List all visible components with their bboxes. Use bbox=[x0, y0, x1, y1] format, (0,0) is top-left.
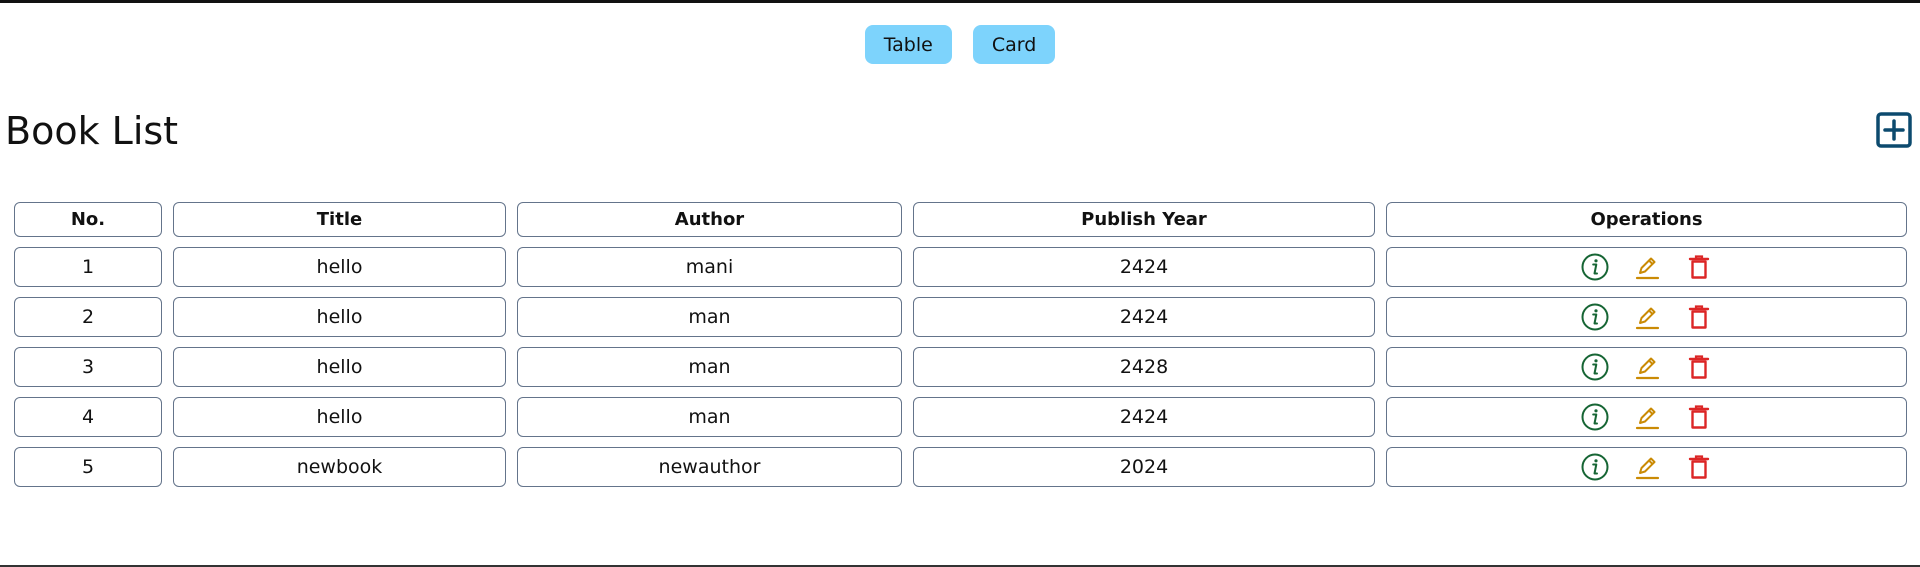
table-header-row: No. Title Author Publish Year Operations bbox=[14, 202, 1907, 237]
table-row: 5 newbook newauthor 2024 bbox=[14, 447, 1907, 487]
cell-operations bbox=[1386, 247, 1907, 287]
header-author: Author bbox=[517, 202, 902, 237]
header-title: Title bbox=[173, 202, 506, 237]
row-operations bbox=[1387, 252, 1906, 282]
delete-icon[interactable] bbox=[1684, 402, 1714, 432]
cell-publish-year: 2424 bbox=[913, 397, 1375, 437]
cell-no: 5 bbox=[14, 447, 162, 487]
info-icon[interactable] bbox=[1580, 252, 1610, 282]
delete-icon[interactable] bbox=[1684, 302, 1714, 332]
header-no: No. bbox=[14, 202, 162, 237]
table-row: 1 hello mani 2424 bbox=[14, 247, 1907, 287]
edit-icon[interactable] bbox=[1632, 402, 1662, 432]
cell-title: hello bbox=[173, 347, 506, 387]
header-operations: Operations bbox=[1386, 202, 1907, 237]
info-icon[interactable] bbox=[1580, 402, 1610, 432]
table-row: 3 hello man 2428 bbox=[14, 347, 1907, 387]
table-view-button[interactable]: Table bbox=[864, 25, 952, 64]
book-table: No. Title Author Publish Year Operations… bbox=[14, 202, 1907, 497]
header-publish-year: Publish Year bbox=[913, 202, 1375, 237]
row-operations bbox=[1387, 402, 1906, 432]
edit-icon[interactable] bbox=[1632, 452, 1662, 482]
cell-author: man bbox=[517, 297, 902, 337]
cell-operations bbox=[1386, 347, 1907, 387]
cell-title: newbook bbox=[173, 447, 506, 487]
cell-author: man bbox=[517, 347, 902, 387]
table-row: 4 hello man 2424 bbox=[14, 397, 1907, 437]
cell-publish-year: 2424 bbox=[913, 297, 1375, 337]
cell-title: hello bbox=[173, 247, 506, 287]
view-toggle: Table Card bbox=[0, 25, 1920, 64]
page-title: Book List bbox=[5, 109, 179, 153]
info-icon[interactable] bbox=[1580, 452, 1610, 482]
cell-title: hello bbox=[173, 297, 506, 337]
delete-icon[interactable] bbox=[1684, 452, 1714, 482]
cell-publish-year: 2428 bbox=[913, 347, 1375, 387]
row-operations bbox=[1387, 352, 1906, 382]
cell-operations bbox=[1386, 297, 1907, 337]
cell-title: hello bbox=[173, 397, 506, 437]
cell-author: man bbox=[517, 397, 902, 437]
info-icon[interactable] bbox=[1580, 352, 1610, 382]
cell-author: mani bbox=[517, 247, 902, 287]
info-icon[interactable] bbox=[1580, 302, 1610, 332]
row-operations bbox=[1387, 452, 1906, 482]
edit-icon[interactable] bbox=[1632, 302, 1662, 332]
cell-author: newauthor bbox=[517, 447, 902, 487]
cell-publish-year: 2424 bbox=[913, 247, 1375, 287]
cell-no: 1 bbox=[14, 247, 162, 287]
edit-icon[interactable] bbox=[1632, 252, 1662, 282]
cell-no: 2 bbox=[14, 297, 162, 337]
cell-no: 3 bbox=[14, 347, 162, 387]
top-border bbox=[0, 0, 1920, 3]
cell-operations bbox=[1386, 447, 1907, 487]
card-view-button[interactable]: Card bbox=[972, 25, 1056, 64]
delete-icon[interactable] bbox=[1684, 352, 1714, 382]
row-operations bbox=[1387, 302, 1906, 332]
cell-operations bbox=[1386, 397, 1907, 437]
add-book-button[interactable] bbox=[1876, 112, 1912, 148]
delete-icon[interactable] bbox=[1684, 252, 1714, 282]
cell-no: 4 bbox=[14, 397, 162, 437]
cell-publish-year: 2024 bbox=[913, 447, 1375, 487]
plus-square-icon bbox=[1876, 112, 1912, 148]
table-row: 2 hello man 2424 bbox=[14, 297, 1907, 337]
edit-icon[interactable] bbox=[1632, 352, 1662, 382]
